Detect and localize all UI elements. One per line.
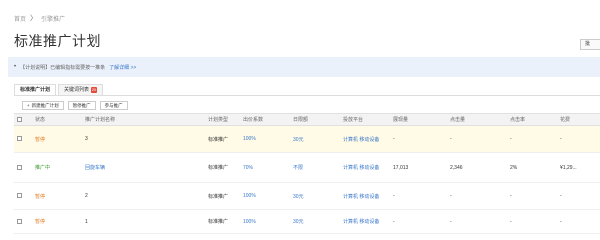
name-cell[interactable]: 回旋车辆 xyxy=(82,152,205,183)
row-checkbox-cell[interactable] xyxy=(14,209,32,234)
notice-link[interactable]: 了解详细 >> xyxy=(109,64,136,71)
platform-cell[interactable]: 计算机 移动设备 xyxy=(340,125,390,153)
name-cell[interactable]: 2 xyxy=(82,182,205,210)
tabs: 标准推广计划 关键词列表 20 xyxy=(14,84,105,95)
header-status[interactable]: 状态 xyxy=(32,113,82,126)
checkbox[interactable] xyxy=(17,136,22,142)
coef-cell[interactable]: 100% xyxy=(240,209,290,234)
tab-label: 关键词列表 xyxy=(64,87,90,93)
toolbar: + 新建推广计划 暂停推广 参与推广 xyxy=(22,101,128,110)
ctr-cell: 2% xyxy=(507,152,557,183)
new-plan-label: 新建推广计划 xyxy=(31,103,59,108)
ctr-cell: - xyxy=(507,182,557,210)
join-label: 参与推广 xyxy=(104,103,123,108)
breadcrumb: 首页 〉 引擎推广 xyxy=(14,13,65,23)
impressions-cell: 17,013 xyxy=(390,152,447,183)
clicks-cell: - xyxy=(447,125,507,153)
limit-cell[interactable]: 30元 xyxy=(290,182,340,210)
name-cell[interactable]: 3 xyxy=(82,125,205,153)
checkbox[interactable] xyxy=(17,116,22,122)
header-ctr[interactable]: 点击率 xyxy=(507,113,557,126)
limit-cell[interactable]: 30元 xyxy=(290,125,340,153)
breadcrumb-home[interactable]: 首页 xyxy=(14,14,26,23)
status-cell: 推广中 xyxy=(32,152,82,183)
tab-standard-plan[interactable]: 标准推广计划 xyxy=(14,84,57,95)
status-cell: 暂停 xyxy=(32,182,82,210)
type-cell: 标准推广 xyxy=(205,125,240,153)
breadcrumb-current: 引擎推广 xyxy=(41,16,66,23)
status-cell: 暂停 xyxy=(32,209,82,234)
bullet-icon: • xyxy=(14,64,17,70)
ctr-cell: - xyxy=(507,125,557,153)
table-header-row: 状态 推广计划名称 计划类型 出价系数 日限额 投放平台 展现量 点击量 点击率… xyxy=(14,113,600,126)
pause-button[interactable]: 暂停推广 xyxy=(67,101,96,110)
cost-cell: - xyxy=(557,125,600,153)
tab-divider xyxy=(14,95,600,96)
impressions-cell: - xyxy=(390,209,447,234)
clicks-cell: - xyxy=(447,209,507,234)
platform-cell[interactable]: 计算机 移动设备 xyxy=(340,182,390,210)
clicks-cell: 2,346 xyxy=(447,152,507,183)
header-checkbox[interactable] xyxy=(14,113,32,126)
table-row[interactable]: 暂停 2 标准推广 100% 30元 计算机 移动设备 - - - - xyxy=(14,182,600,210)
limit-cell[interactable]: 30元 xyxy=(290,209,340,234)
checkbox[interactable] xyxy=(17,218,22,224)
checkbox[interactable] xyxy=(17,193,22,199)
tab-label: 标准推广计划 xyxy=(20,87,51,93)
table-row[interactable]: 暂停 3 标准推广 100% 30元 计算机 移动设备 - - - - xyxy=(14,125,600,153)
ctr-cell: - xyxy=(507,209,557,234)
new-plan-button[interactable]: + 新建推广计划 xyxy=(22,101,64,110)
table-row[interactable]: 暂停 1 标准推广 100% 30元 计算机 移动设备 - - - - xyxy=(14,209,600,234)
header-cost[interactable]: 花费 xyxy=(557,113,600,126)
row-checkbox-cell[interactable] xyxy=(14,182,32,210)
pause-label: 暂停推广 xyxy=(72,103,91,108)
type-cell: 标准推广 xyxy=(205,182,240,210)
platform-cell[interactable]: 计算机 移动设备 xyxy=(340,152,390,183)
name-cell[interactable]: 1 xyxy=(82,209,205,234)
corner-button[interactable]: 批 xyxy=(580,39,600,50)
coef-cell[interactable]: 100% xyxy=(240,182,290,210)
coef-cell[interactable]: 100% xyxy=(240,125,290,153)
header-impressions[interactable]: 展现量 xyxy=(390,113,447,126)
count-badge: 20 xyxy=(91,87,98,93)
notice-text: 【计划说明】已编辑指标需要按一推条 xyxy=(20,64,106,71)
plus-icon: + xyxy=(27,103,30,108)
header-coef[interactable]: 出价系数 xyxy=(240,113,290,126)
cost-cell: - xyxy=(557,209,600,234)
row-checkbox-cell[interactable] xyxy=(14,152,32,183)
header-clicks[interactable]: 点击量 xyxy=(447,113,507,126)
limit-cell[interactable]: 不限 xyxy=(290,152,340,183)
page: 首页 〉 引擎推广 标准推广计划 批 • 【计划说明】已编辑指标需要按一推条 了… xyxy=(0,0,600,234)
plan-table: 状态 推广计划名称 计划类型 出价系数 日限额 投放平台 展现量 点击量 点击率… xyxy=(14,113,600,234)
cost-cell: - xyxy=(557,182,600,210)
cost-cell: ¥1,29... xyxy=(557,152,600,183)
chevron-right-icon: 〉 xyxy=(30,15,38,22)
table-row[interactable]: 推广中 回旋车辆 标准推广 70% 不限 计算机 移动设备 17,013 2,3… xyxy=(14,152,600,183)
row-checkbox-cell[interactable] xyxy=(14,125,32,153)
join-button[interactable]: 参与推广 xyxy=(99,101,128,110)
tab-keyword-list[interactable]: 关键词列表 20 xyxy=(58,84,104,95)
status-cell: 暂停 xyxy=(32,125,82,153)
checkbox[interactable] xyxy=(17,164,22,170)
platform-cell[interactable]: 计算机 移动设备 xyxy=(340,209,390,234)
coef-cell[interactable]: 70% xyxy=(240,152,290,183)
impressions-cell: - xyxy=(390,182,447,210)
header-platform[interactable]: 投放平台 xyxy=(340,113,390,126)
clicks-cell: - xyxy=(447,182,507,210)
header-limit[interactable]: 日限额 xyxy=(290,113,340,126)
notice-bar: • 【计划说明】已编辑指标需要按一推条 了解详细 >> xyxy=(8,57,600,77)
type-cell: 标准推广 xyxy=(205,152,240,183)
impressions-cell: - xyxy=(390,125,447,153)
header-type[interactable]: 计划类型 xyxy=(205,113,240,126)
header-name[interactable]: 推广计划名称 xyxy=(82,113,205,126)
page-title: 标准推广计划 xyxy=(14,33,101,49)
type-cell: 标准推广 xyxy=(205,209,240,234)
